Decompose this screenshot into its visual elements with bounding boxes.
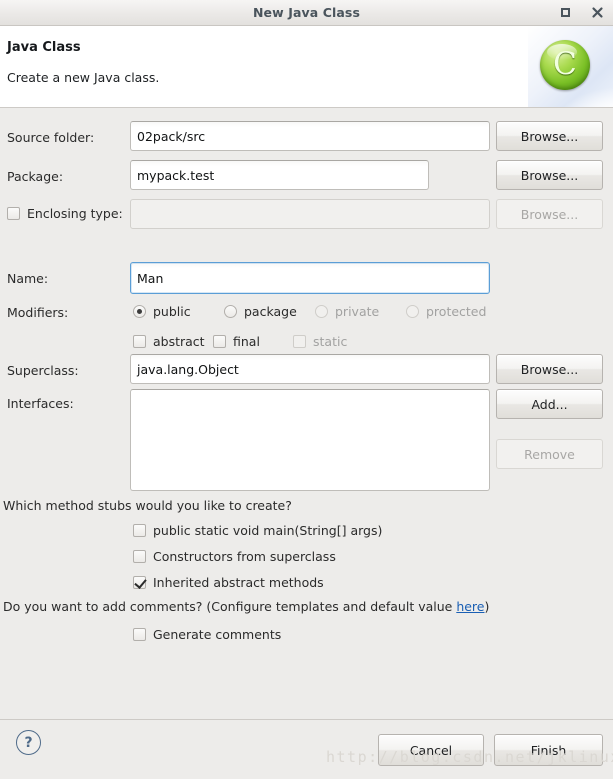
help-icon[interactable]: ? xyxy=(16,730,41,755)
dialog-header: Java Class Create a new Java class. C xyxy=(0,26,613,108)
modifier-checkbox-abstract[interactable]: abstract xyxy=(133,334,205,349)
finish-button[interactable]: Finish xyxy=(494,734,603,766)
name-input[interactable]: Man xyxy=(130,262,490,294)
checkbox-inherited-box xyxy=(133,576,146,589)
checkbox-final-label: final xyxy=(233,334,260,349)
source-folder-input[interactable]: 02pack/src xyxy=(130,121,490,151)
checkbox-main-label: public static void main(String[] args) xyxy=(153,523,383,538)
enclosing-type-checkbox[interactable]: Enclosing type: xyxy=(7,206,123,221)
package-label: Package: xyxy=(7,169,64,184)
title-bar: New Java Class xyxy=(0,0,613,26)
cancel-button[interactable]: Cancel xyxy=(378,734,484,766)
enclosing-type-browse-button: Browse... xyxy=(496,199,603,229)
generate-comments-checkbox[interactable]: Generate comments xyxy=(133,627,281,642)
checkbox-generate-comments-box xyxy=(133,628,146,641)
interfaces-list[interactable] xyxy=(130,389,490,491)
page-title: Java Class xyxy=(7,40,81,55)
configure-templates-link[interactable]: here xyxy=(456,599,484,614)
modifier-checkbox-static: static xyxy=(293,334,347,349)
interfaces-remove-button: Remove xyxy=(496,439,603,469)
interfaces-add-button[interactable]: Add... xyxy=(496,389,603,419)
superclass-browse-button[interactable]: Browse... xyxy=(496,354,603,384)
checkbox-generate-comments-label: Generate comments xyxy=(153,627,282,642)
comments-question: Do you want to add comments? (Configure … xyxy=(3,599,489,614)
maximize-icon xyxy=(560,8,570,17)
radio-protected-indicator xyxy=(406,305,419,318)
modifiers-label: Modifiers: xyxy=(7,305,69,320)
package-browse-button[interactable]: Browse... xyxy=(496,160,603,190)
checkbox-static-box xyxy=(293,335,306,348)
checkbox-constructors-box xyxy=(133,550,146,563)
comments-question-prefix: Do you want to add comments? (Configure … xyxy=(3,599,457,614)
modifier-radio-private: private xyxy=(315,304,379,319)
dialog-footer: ? Cancel Finish xyxy=(0,719,613,778)
modifier-checkbox-final[interactable]: final xyxy=(213,334,260,349)
modifier-radio-protected: protected xyxy=(406,304,486,319)
source-folder-label: Source folder: xyxy=(7,130,95,145)
header-artwork: C xyxy=(528,26,613,107)
checkbox-abstract-label: abstract xyxy=(153,334,205,349)
name-label: Name: xyxy=(7,271,49,286)
checkbox-final-box xyxy=(213,335,226,348)
close-icon xyxy=(591,7,603,18)
stub-checkbox-inherited[interactable]: Inherited abstract methods xyxy=(133,575,324,590)
radio-package-label: package xyxy=(244,304,297,319)
modifier-radio-public[interactable]: public xyxy=(133,304,191,319)
radio-protected-label: protected xyxy=(426,304,487,319)
enclosing-type-checkbox-box xyxy=(7,207,20,220)
checkbox-abstract-box xyxy=(133,335,146,348)
stub-checkbox-constructors[interactable]: Constructors from superclass xyxy=(133,549,336,564)
checkbox-inherited-label: Inherited abstract methods xyxy=(153,575,324,590)
radio-private-indicator xyxy=(315,305,328,318)
radio-package-indicator xyxy=(224,305,237,318)
page-description: Create a new Java class. xyxy=(7,70,160,85)
superclass-input[interactable]: java.lang.Object xyxy=(130,354,490,384)
checkbox-main-box xyxy=(133,524,146,537)
package-input[interactable]: mypack.test xyxy=(130,160,429,190)
radio-public-indicator xyxy=(133,305,146,318)
method-stubs-question: Which method stubs would you like to cre… xyxy=(3,498,292,513)
dialog-body: Source folder: 02pack/src Browse... Pack… xyxy=(0,108,613,719)
superclass-label: Superclass: xyxy=(7,363,79,378)
comments-question-suffix: ) xyxy=(484,599,490,614)
radio-public-label: public xyxy=(153,304,191,319)
radio-private-label: private xyxy=(335,304,380,319)
source-folder-browse-button[interactable]: Browse... xyxy=(496,121,603,151)
enclosing-type-label: Enclosing type: xyxy=(27,206,123,221)
maximize-button[interactable] xyxy=(557,5,573,21)
close-button[interactable] xyxy=(589,5,605,21)
interfaces-label: Interfaces: xyxy=(7,396,74,411)
java-class-icon: C xyxy=(540,40,590,90)
checkbox-static-label: static xyxy=(313,334,348,349)
stub-checkbox-main[interactable]: public static void main(String[] args) xyxy=(133,523,382,538)
checkbox-constructors-label: Constructors from superclass xyxy=(153,549,336,564)
enclosing-type-input xyxy=(130,199,490,229)
window-controls xyxy=(557,0,605,25)
new-java-class-dialog: New Java Class Java Class Create a new J… xyxy=(0,0,613,779)
window-title: New Java Class xyxy=(252,5,361,20)
modifier-radio-package[interactable]: package xyxy=(224,304,297,319)
java-class-icon-glyph: C xyxy=(553,45,577,82)
